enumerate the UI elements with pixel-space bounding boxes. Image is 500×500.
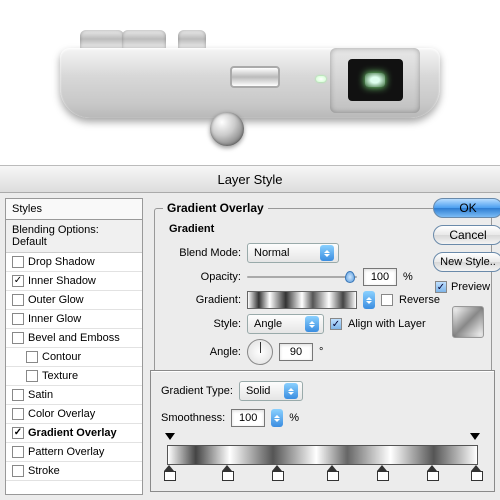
camera-dial [178,30,206,48]
opacity-label: Opacity: [163,271,241,283]
camera-flash [230,66,280,88]
style-texture[interactable]: Texture [6,367,142,386]
align-label: Align with Layer [348,318,426,330]
camera-dial [80,30,124,48]
color-stop-icon[interactable] [470,465,482,479]
checkbox-icon[interactable] [12,427,24,439]
color-stop-icon[interactable] [426,465,438,479]
camera-dial [122,30,166,48]
chevron-updown-icon[interactable] [271,409,283,427]
camera-illustration [0,0,500,165]
blend-mode-value: Normal [254,247,314,259]
angle-dial[interactable] [247,339,273,365]
opacity-input[interactable]: 100 [363,268,397,286]
checkbox-icon[interactable] [12,465,24,477]
reverse-checkbox[interactable] [381,294,393,306]
camera-knob [210,112,244,146]
blend-mode-select[interactable]: Normal [247,243,339,263]
chevron-updown-icon [320,245,334,261]
percent-label: % [403,271,413,283]
style-label: Satin [28,389,53,401]
camera-body [60,48,440,118]
checkbox-icon[interactable] [12,408,24,420]
checkbox-icon[interactable] [12,275,24,287]
style-inner-glow[interactable]: Inner Glow [6,310,142,329]
blend-mode-label: Blend Mode: [163,247,241,259]
checkbox-icon[interactable] [12,446,24,458]
style-label: Texture [42,370,78,382]
dialog-title: Layer Style [0,165,500,193]
style-drop-shadow[interactable]: Drop Shadow [6,253,142,272]
opacity-stop-icon[interactable] [165,433,175,443]
checkbox-icon[interactable] [12,313,24,325]
checkbox-icon[interactable] [12,389,24,401]
smoothness-input[interactable]: 100 [231,409,265,427]
style-label: Gradient Overlay [28,427,117,439]
style-pattern-overlay[interactable]: Pattern Overlay [6,443,142,462]
gradient-type-value: Solid [246,385,278,397]
cancel-button[interactable]: Cancel [433,225,500,245]
checkbox-icon[interactable] [12,332,24,344]
chevron-updown-icon [284,383,298,399]
style-bevel-emboss[interactable]: Bevel and Emboss [6,329,142,348]
ok-button[interactable]: OK [433,198,500,218]
checkbox-icon[interactable] [26,351,38,363]
style-outer-glow[interactable]: Outer Glow [6,291,142,310]
smoothness-label: Smoothness: [161,412,225,424]
style-satin[interactable]: Satin [6,386,142,405]
style-label: Pattern Overlay [28,446,104,458]
new-style-button[interactable]: New Style.. [433,252,500,272]
preview-checkbox[interactable] [435,281,447,293]
gradient-preview-bar[interactable] [167,445,478,465]
style-select[interactable]: Angle [247,314,324,334]
style-label: Inner Shadow [28,275,96,287]
preview-label: Preview [451,281,490,293]
style-label: Contour [42,351,81,363]
blending-options-row[interactable]: Blending Options: Default [6,220,142,253]
gradient-type-select[interactable]: Solid [239,381,303,401]
gradient-bar[interactable] [161,435,484,477]
style-label: Bevel and Emboss [28,332,120,344]
angle-label: Angle: [163,346,241,358]
opacity-slider[interactable] [247,269,357,285]
style-label: Outer Glow [28,294,84,306]
gradient-editor: Gradient Type: Solid Smoothness: 100 % [150,370,495,492]
style-label: Stroke [28,465,60,477]
dialog-buttons: OK Cancel New Style.. Preview [433,198,500,338]
style-value: Angle [254,318,299,330]
style-label: Style: [163,318,241,330]
percent-label: % [289,412,299,424]
styles-sidebar: Styles Blending Options: Default Drop Sh… [5,198,143,495]
checkbox-icon[interactable] [12,294,24,306]
panel-group-title: Gradient Overlay [163,201,268,215]
degree-label: ° [319,346,323,358]
color-stop-icon[interactable] [221,465,233,479]
opacity-stop-icon[interactable] [470,433,480,443]
style-color-overlay[interactable]: Color Overlay [6,405,142,424]
style-label: Inner Glow [28,313,81,325]
style-label: Drop Shadow [28,256,95,268]
gradient-label: Gradient: [163,294,241,306]
style-contour[interactable]: Contour [6,348,142,367]
gradient-type-label: Gradient Type: [161,385,233,397]
styles-header[interactable]: Styles [6,199,142,220]
checkbox-icon[interactable] [12,256,24,268]
camera-led [316,76,326,82]
chevron-updown-icon [305,316,319,332]
align-checkbox[interactable] [330,318,342,330]
color-stop-icon[interactable] [376,465,388,479]
camera-viewfinder [330,48,420,113]
checkbox-icon[interactable] [26,370,38,382]
color-stop-icon[interactable] [326,465,338,479]
color-stop-icon[interactable] [271,465,283,479]
preview-swatch [452,306,484,338]
chevron-updown-icon[interactable] [363,291,375,309]
style-label: Color Overlay [28,408,95,420]
angle-input[interactable]: 90 [279,343,313,361]
color-stop-icon[interactable] [163,465,175,479]
style-gradient-overlay[interactable]: Gradient Overlay [6,424,142,443]
style-stroke[interactable]: Stroke [6,462,142,481]
style-inner-shadow[interactable]: Inner Shadow [6,272,142,291]
gradient-swatch[interactable] [247,291,357,309]
